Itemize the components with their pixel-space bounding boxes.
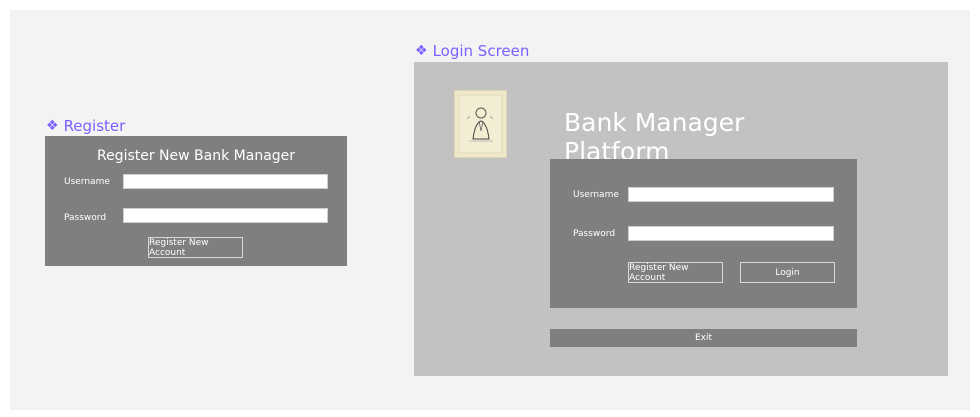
register-password-label: Password [64, 213, 107, 223]
register-frame-title: Register [63, 117, 126, 135]
register-panel: Register New Bank Manager Username Passw… [45, 136, 347, 266]
component-diamond-icon: ❖ [415, 43, 428, 59]
login-button[interactable]: Login [740, 262, 835, 283]
login-register-new-account-button[interactable]: Register New Account [628, 262, 723, 283]
login-password-label: Password [573, 229, 616, 239]
register-username-label: Username [64, 177, 110, 187]
login-username-label: Username [573, 190, 619, 200]
register-new-account-button[interactable]: Register New Account [148, 237, 243, 258]
login-username-input[interactable] [628, 187, 834, 202]
portrait-image [454, 90, 507, 158]
portrait-illustration [458, 94, 503, 154]
exit-button[interactable]: Exit [550, 329, 857, 347]
login-frame-title: Login Screen [432, 42, 530, 60]
login-form-panel: Username Password Register New Account L… [550, 159, 857, 308]
register-password-input[interactable] [123, 208, 328, 223]
register-username-input[interactable] [123, 174, 328, 189]
register-heading: Register New Bank Manager [96, 148, 296, 164]
app-title: Bank Manager Platform [564, 108, 745, 166]
login-password-input[interactable] [628, 226, 834, 241]
login-frame-label[interactable]: ❖ Login Screen [415, 42, 529, 60]
login-screen-panel: Bank Manager Platform Username Password … [414, 62, 948, 376]
register-frame-label[interactable]: ❖ Register [46, 117, 125, 135]
component-diamond-icon: ❖ [46, 118, 59, 134]
